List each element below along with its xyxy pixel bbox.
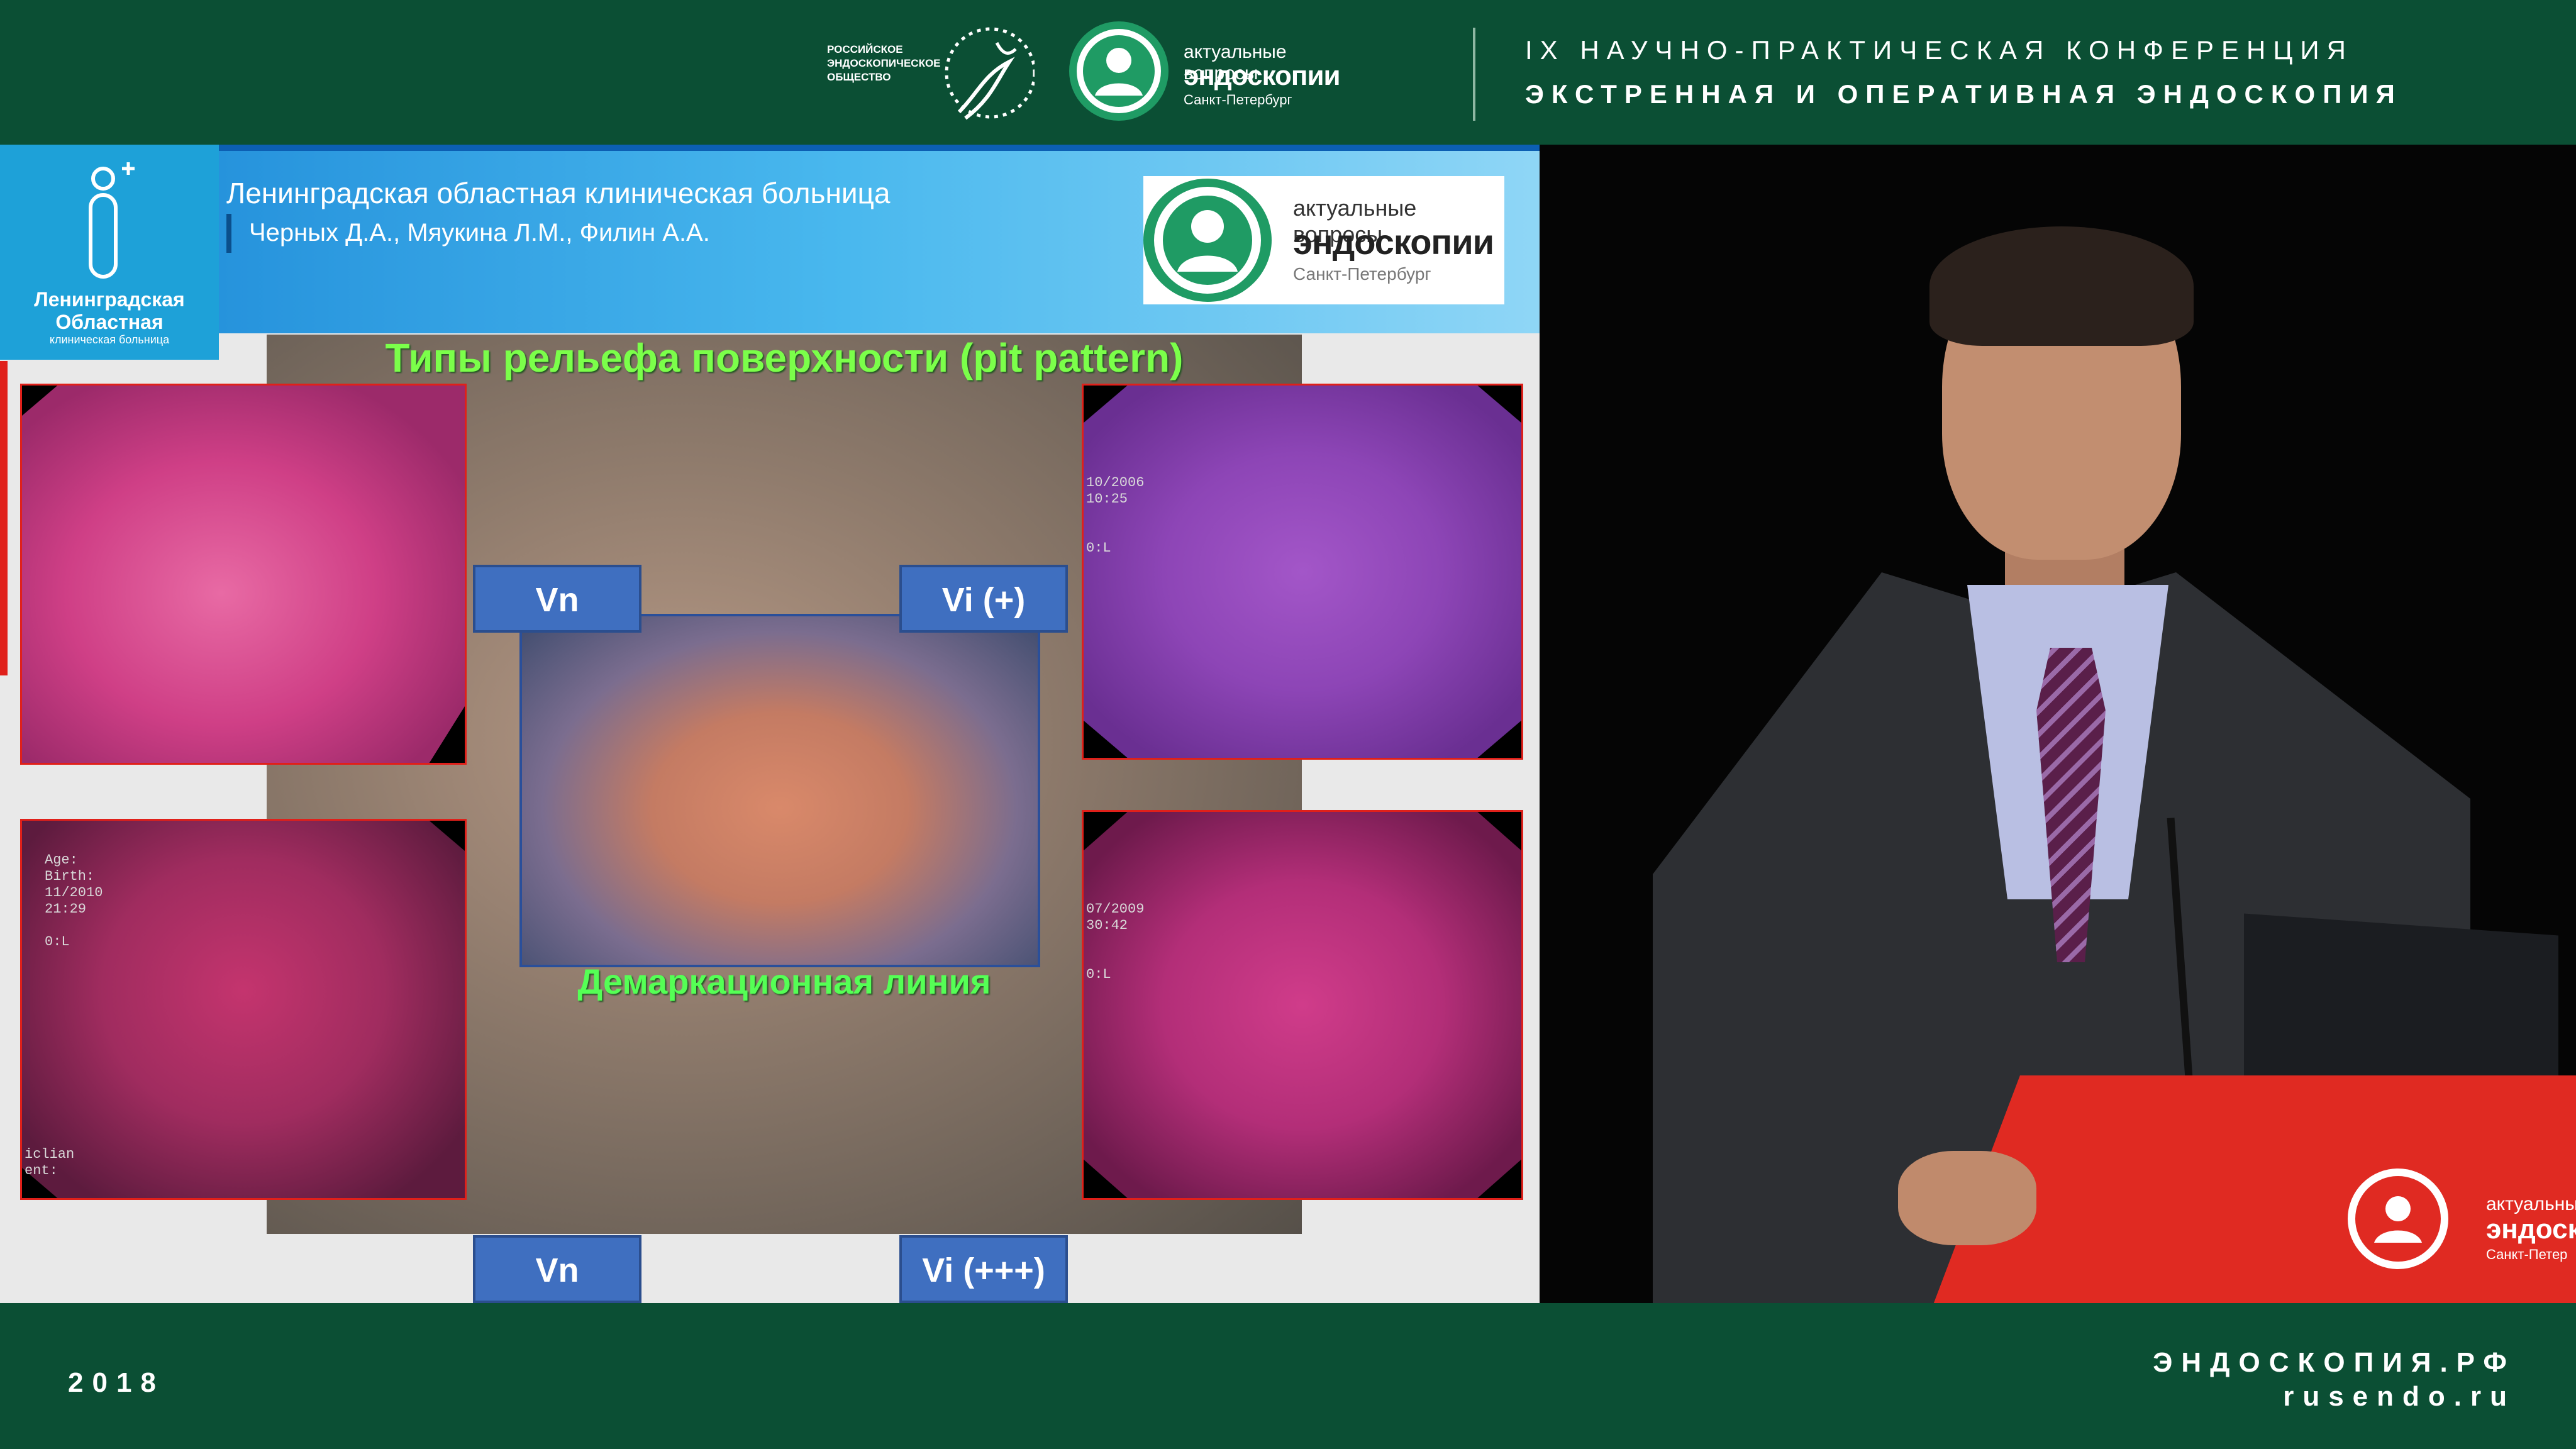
podium-logo-line-2: эндоск (2486, 1214, 2576, 1245)
overlay-line: 30:42 (1086, 918, 1128, 933)
speaker-hair (1929, 226, 2194, 346)
banner-divider (1473, 28, 1475, 121)
overlay-spacer (45, 918, 103, 934)
hospital-logo-line: Ленинградская (34, 288, 185, 311)
logo-line-2: эндоскопии (1184, 60, 1341, 91)
hospital-logo-line: клиническая больница (49, 333, 170, 346)
presentation-slide: Ленинградская областная клиническая боль… (0, 145, 1540, 1303)
image-overlay-text: 10/2006 10:25 0:L (1086, 475, 1144, 557)
hospital-title: Ленинградская областная клиническая боль… (226, 177, 891, 209)
endoscopy-image-top-right: 10/2006 10:25 0:L (1082, 384, 1523, 760)
overlay-line: iclian (25, 1146, 75, 1162)
overlay-line: 0:L (1086, 540, 1111, 556)
conference-title-line-1: IX НАУЧНО-ПРАКТИЧЕСКАЯ КОНФЕРЕНЦИЯ (1525, 35, 2353, 65)
society-name-line: РОССИЙСКОЕ (827, 43, 903, 55)
endoscopy-image-bottom-left: Age: Birth: 11/2010 21:29 0:L iclian ent… (20, 819, 467, 1200)
speaker-hand (1898, 1151, 2036, 1245)
authors: Черных Д.А., Мяукина Л.М., Филин А.А. (249, 219, 710, 247)
conference-title-line-2: ЭКСТРЕННАЯ И ОПЕРАТИВНАЯ ЭНДОСКОПИЯ (1525, 79, 2402, 109)
website-ru-link[interactable]: ЭНДОСКОПИЯ.РФ (2153, 1347, 2516, 1379)
overlay-line: 0:L (1086, 967, 1111, 982)
endoscopy-image-surface (1084, 386, 1521, 758)
label-vi-plus: Vi (+) (899, 565, 1068, 633)
podium-logo-line-3: Санкт-Петер (2486, 1246, 2568, 1262)
person-circle-icon (1069, 21, 1169, 121)
society-name: РОССИЙСКОЕ ЭНДОСКОПИЧЕСКОЕ ОБЩЕСТВО (827, 43, 953, 84)
image-overlay-text: Age: Birth: 11/2010 21:29 0:L (45, 852, 103, 950)
overlay-line: 07/2009 (1086, 901, 1145, 917)
society-name-line: ОБЩЕСТВО (827, 71, 891, 83)
speaker-video: актуальные эндоск Санкт-Петер (1540, 145, 2576, 1303)
bottom-banner: 2018 ЭНДОСКОПИЯ.РФ rusendo.ru (0, 1303, 2576, 1449)
image-overlay-text: iclian ent: (25, 1146, 74, 1179)
top-banner: РОССИЙСКОЕ ЭНДОСКОПИЧЕСКОЕ ОБЩЕСТВО акту… (0, 0, 2576, 145)
overlay-line: 10/2006 (1086, 475, 1145, 491)
slide-header-stripe (0, 145, 1540, 151)
endoscopy-image-surface (1084, 812, 1521, 1198)
image-overlay-text: 07/2009 30:42 0:L (1086, 901, 1144, 983)
website-en-link[interactable]: rusendo.ru (2283, 1381, 2516, 1413)
hospital-logo: Ленинградская Областная клиническая боль… (0, 145, 219, 360)
slide-title: Типы рельефа поверхности (pit pattern) (385, 335, 1184, 380)
overlay-spacer (1086, 508, 1144, 540)
overlay-line: ent: (25, 1163, 58, 1179)
slide-logo-line-2: эндоскопии (1293, 222, 1494, 262)
overlay-line: Birth: (45, 869, 95, 884)
overlay-line: 11/2010 (45, 885, 103, 901)
society-name-line: ЭНДОСКОПИЧЕСКОЕ (827, 57, 941, 69)
endoscopy-image-surface (22, 386, 465, 763)
slide-logo-line-3: Санкт-Петербург (1293, 264, 1431, 284)
slide-endoscopy-logo: актуальные вопросы эндоскопии Санкт-Пете… (1143, 176, 1504, 304)
society-emblem-icon (945, 27, 1035, 120)
russian-endoscopic-society-logo: РОССИЙСКОЕ ЭНДОСКОПИЧЕСКОЕ ОБЩЕСТВО (827, 18, 1035, 128)
slide-header: Ленинградская областная клиническая боль… (0, 145, 1540, 333)
person-circle-icon (1143, 179, 1272, 302)
endoscopy-image-bottom-right: 07/2009 30:42 0:L (1082, 810, 1523, 1200)
podium-person-circle-icon (2348, 1169, 2448, 1269)
podium-logo-line-1: актуальные (2486, 1194, 2576, 1214)
person-figure-icon (89, 162, 135, 279)
endoscopy-image-center (519, 614, 1040, 967)
overlay-line: 10:25 (1086, 491, 1128, 507)
logo-line-3: Санкт-Петербург (1184, 92, 1292, 108)
label-vi-triple-plus: Vi (+++) (899, 1235, 1068, 1303)
overlay-line: 0:L (45, 934, 70, 950)
conference-year: 2018 (68, 1367, 165, 1398)
endoscopy-image-top-left (20, 384, 467, 765)
overlay-line: 21:29 (45, 901, 87, 917)
slide-red-marker (0, 361, 8, 675)
overlay-spacer (1086, 934, 1144, 967)
endoscopy-questions-logo: актуальные вопросы эндоскопии Санкт-Пете… (1069, 21, 1358, 122)
label-vn-top: Vn (473, 565, 641, 633)
hospital-logo-line: Областная (55, 311, 164, 333)
label-vn-bottom: Vn (473, 1235, 641, 1303)
authors-accent-bar (226, 214, 231, 253)
overlay-line: Age: (45, 852, 78, 868)
